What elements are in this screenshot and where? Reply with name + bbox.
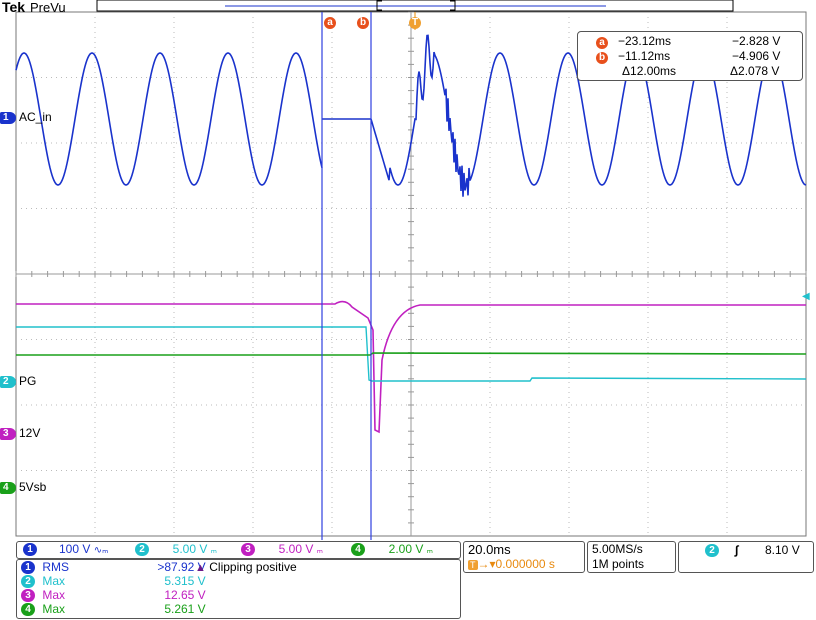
trigger-position: T →▾0.000000 s [468, 557, 555, 571]
acquisition-mode: PreVu [30, 0, 66, 15]
trigger-source: 2 [705, 544, 719, 557]
trigger-level: 8.10 V [765, 543, 800, 557]
cursor-readout-panel: a −23.12ms −2.828 V b −11.12ms −4.906 V … [577, 31, 803, 81]
record-length: 1M points [592, 557, 645, 571]
clipping-warning: ▲ Clipping positive [195, 560, 297, 574]
cursor-delta-time: Δ12.00ms [622, 64, 677, 78]
record-overview-bar [96, 0, 734, 12]
acquisition-panel[interactable]: 5.00MS/s 1M points [587, 541, 676, 573]
sample-rate: 5.00MS/s [592, 542, 643, 556]
ch1-scale[interactable]: 1 100 V ∿ₘ [23, 542, 108, 558]
measurement-row: 4 Max 5.261 V [21, 602, 206, 617]
cursor-a-time: −23.12ms [618, 34, 672, 48]
ch3-label: 12V [19, 426, 41, 440]
ch4-ground-marker[interactable]: 4 [0, 482, 16, 494]
measurement-row: 1 RMS >87.92 V [21, 560, 206, 575]
warning-triangle-icon: ▲ [195, 562, 206, 574]
cursor-a-readout: a −23.12ms −2.828 V [596, 33, 780, 49]
measurement-row: 3 Max 12.65 V [21, 588, 206, 603]
trigger-position-marker[interactable]: T [409, 17, 421, 29]
ch1-waveform [15, 52, 323, 186]
cursor-b-voltage: −4.906 V [732, 49, 781, 63]
ch2-ground-marker[interactable]: 2 [0, 376, 16, 388]
measurement-row: 2 Max 5.315 V [21, 574, 206, 589]
ch2-scale[interactable]: 2 5.00 V ₘ [135, 542, 217, 558]
ch2-label: PG [19, 374, 37, 388]
ch4-label: 5Vsb [19, 480, 47, 494]
cursor-b-icon: b [596, 52, 608, 64]
bw-limit-icon: ₘ [316, 545, 323, 556]
channel-scale-bar[interactable]: 1 100 V ∿ₘ 2 5.00 V ₘ 3 5.00 V ₘ 4 2.00 … [16, 541, 461, 559]
cursor-delta-voltage: Δ2.078 V [730, 64, 780, 78]
bw-limit-icon: ₘ [210, 545, 217, 556]
scope-display [15, 0, 807, 540]
rising-edge-icon: ∫ [735, 543, 739, 557]
horizontal-panel[interactable]: 20.0ms T →▾0.000000 s [463, 541, 585, 573]
trigger-level-arrow-icon: ◀ [802, 291, 810, 302]
ch4-scale[interactable]: 4 2.00 V ₘ [351, 542, 433, 558]
bw-limit-icon: ₘ [426, 545, 433, 556]
ch1-label: AC_in [19, 110, 52, 124]
measurement-panel[interactable]: 1 RMS >87.92 V ▲ Clipping positive 2 Max… [16, 559, 461, 619]
ch1-ground-marker[interactable]: 1 [0, 112, 16, 124]
time-scale: 20.0ms [468, 542, 511, 557]
trigger-panel[interactable]: 2 ∫ 8.10 V [678, 541, 814, 573]
cursor-b-readout: b −11.12ms −4.906 V [596, 48, 780, 64]
brand-logo: Tek [2, 0, 26, 15]
cursor-a-voltage: −2.828 V [732, 34, 781, 48]
ac-coupling-icon: ∿ₘ [93, 545, 109, 556]
cursor-b-marker[interactable]: b [357, 17, 369, 29]
trigger-icon: T [468, 560, 478, 570]
cursor-a-marker[interactable]: a [324, 17, 336, 29]
cursor-lines [321, 12, 416, 540]
cursor-b-time: −11.12ms [618, 49, 671, 63]
ch3-scale[interactable]: 3 5.00 V ₘ [241, 542, 323, 558]
graticule [15, 11, 807, 537]
ch3-ground-marker[interactable]: 3 [0, 428, 16, 440]
